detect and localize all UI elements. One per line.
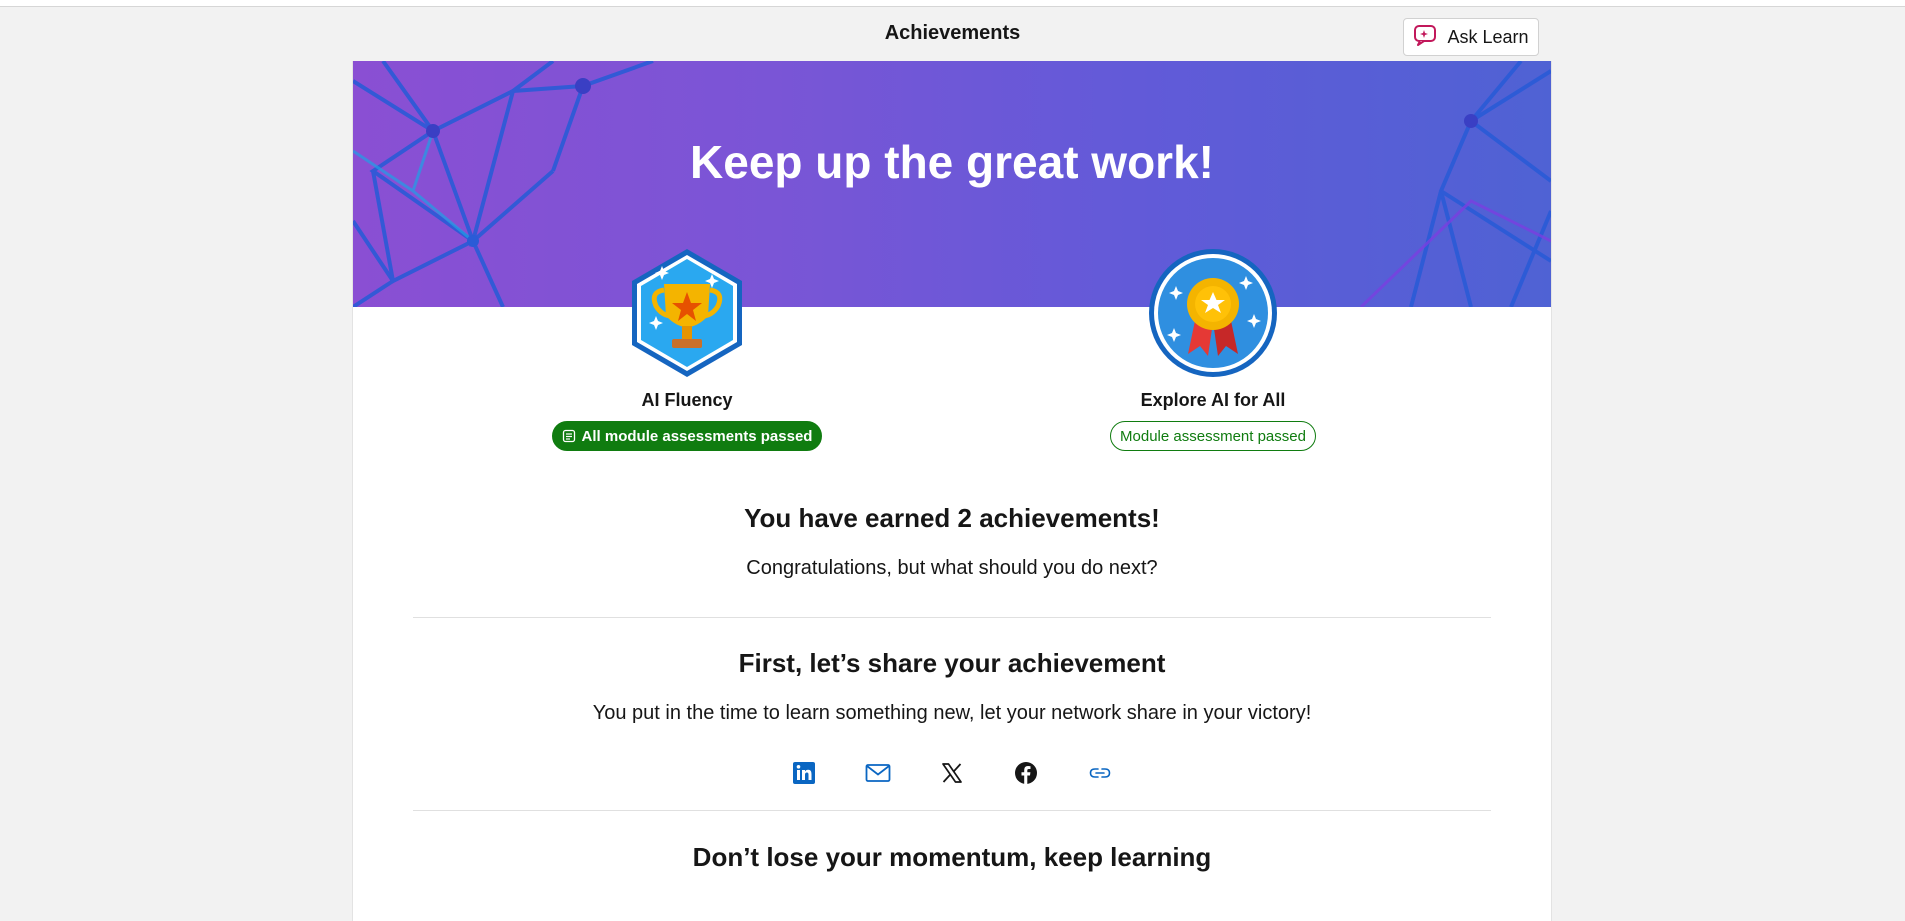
share-section: First, let’s share your achievement	[413, 648, 1491, 679]
x-icon[interactable]	[939, 760, 965, 786]
banner-title: Keep up the great work!	[690, 136, 1214, 188]
page-title: Achievements	[884, 22, 1021, 44]
status-badge: Module assessment passed	[1110, 421, 1316, 451]
status-text: All module assessments passed	[581, 427, 813, 445]
earned-section: You have earned 2 achievements!	[413, 503, 1491, 534]
link-icon[interactable]	[1087, 760, 1113, 786]
divider	[413, 810, 1491, 811]
share-subtitle: You put in the time to learn something n…	[592, 702, 1312, 724]
divider	[413, 617, 1491, 618]
assessment-icon	[562, 429, 575, 443]
earned-title: You have earned 2 achievements!	[744, 503, 1160, 533]
trophy-icon	[632, 249, 742, 377]
momentum-section: Don’t lose your momentum, keep learning	[413, 842, 1491, 873]
medal-icon	[1149, 249, 1277, 377]
ask-learn-button[interactable]: Ask Learn	[1403, 18, 1539, 56]
badge-name: Explore AI for All	[1140, 390, 1286, 410]
badge-explore-ai-for-all[interactable]: Explore AI for All Module assessment pas…	[1063, 246, 1363, 451]
ask-learn-label: Ask Learn	[1447, 26, 1529, 47]
status-text: Module assessment passed	[1120, 427, 1306, 445]
ask-learn-icon	[1413, 24, 1437, 51]
earned-subtitle-wrap: Congratulations, but what should you do …	[413, 557, 1491, 580]
share-subtitle-wrap: You put in the time to learn something n…	[413, 702, 1491, 725]
status-badge: All module assessments passed	[551, 421, 823, 451]
linkedin-icon[interactable]	[791, 760, 817, 786]
email-icon[interactable]	[865, 760, 891, 786]
facebook-icon[interactable]	[1013, 760, 1039, 786]
momentum-title: Don’t lose your momentum, keep learning	[692, 842, 1212, 872]
share-title: First, let’s share your achievement	[738, 648, 1166, 678]
page-header: Achievements Ask Learn	[0, 7, 1905, 61]
share-buttons	[353, 760, 1551, 786]
badge-ai-fluency[interactable]: AI Fluency All module assessments passed	[537, 246, 837, 451]
earned-subtitle: Congratulations, but what should you do …	[746, 557, 1158, 579]
banner: Keep up the great work!	[353, 61, 1551, 307]
badge-name: AI Fluency	[641, 390, 733, 410]
achievements-card: Keep up the great work! AI Fluency All m…	[352, 61, 1552, 921]
browser-top-border	[0, 0, 1905, 7]
